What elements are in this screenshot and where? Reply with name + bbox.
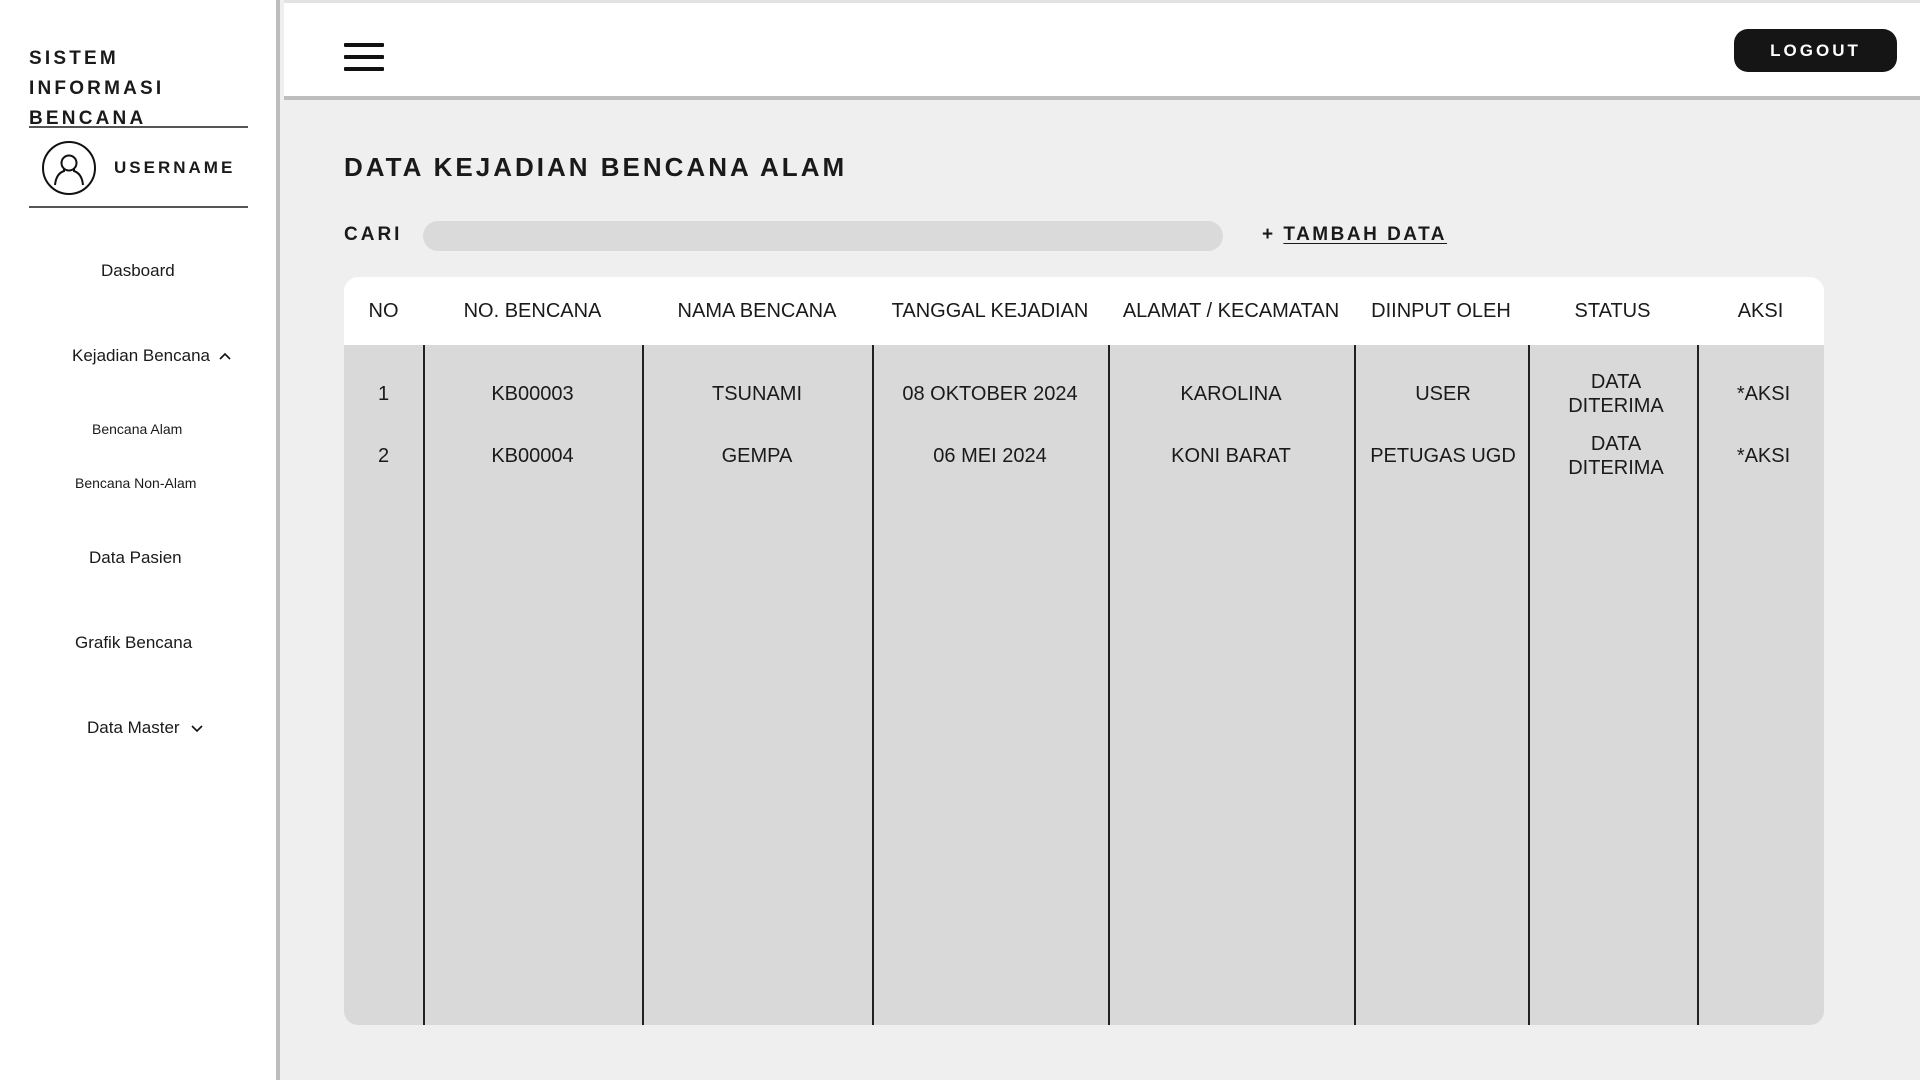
nav-item-label: Data Master <box>87 718 180 737</box>
cell-tanggal: 08 OKTOBER 2024 <box>902 383 1078 405</box>
add-data-label: TAMBAH DATA <box>1283 224 1448 245</box>
nav-item-data-master[interactable]: Data Master <box>87 718 204 738</box>
nav-item-label: Kejadian Bencana <box>72 346 211 365</box>
page-title: DATA KEJADIAN BENCANA ALAM <box>344 152 848 182</box>
nav-item-grafik-bencana[interactable]: Grafik Bencana <box>75 633 192 653</box>
cell-nama: TSUNAMI <box>712 383 802 405</box>
cell-status: DATA DITERIMA <box>1568 371 1664 417</box>
cell-alamat: KAROLINA <box>1180 383 1282 405</box>
divider <box>29 126 248 128</box>
column-header-tanggal: TANGGAL KEJADIAN <box>891 299 1089 322</box>
search-label: CARI <box>344 224 403 245</box>
table-row: 1 KB00003 TSUNAMI 08 OKTOBER 2024 KAROLI… <box>344 369 1824 431</box>
nav-subitem-bencana-non-alam[interactable]: Bencana Non-Alam <box>75 475 196 491</box>
aksi-link[interactable]: *AKSI <box>1697 431 1824 481</box>
user-avatar-icon <box>42 141 96 195</box>
data-table: NO NO. BENCANA NAMA BENCANA TANGGAL KEJA… <box>344 277 1824 1025</box>
nav-item-label: Data Pasien <box>89 548 182 567</box>
nav-subitem-bencana-alam[interactable]: Bencana Alam <box>92 421 182 437</box>
column-header-aksi: AKSI <box>1737 299 1784 322</box>
nav-item-kejadian-bencana[interactable]: Kejadian Bencana <box>72 346 232 366</box>
sidebar: SISTEM INFORMASI BENCANA USERNAME Dasboa… <box>0 0 280 1080</box>
column-header-no: NO <box>368 299 399 322</box>
cell-no: 1 <box>377 383 390 405</box>
hamburger-menu-icon[interactable] <box>344 43 384 75</box>
user-profile: USERNAME <box>42 140 235 196</box>
search-input[interactable] <box>423 221 1223 251</box>
add-data-link[interactable]: + TAMBAH DATA <box>1262 224 1447 246</box>
cell-diinput: USER <box>1415 383 1471 405</box>
cell-no: 2 <box>377 445 390 467</box>
top-bar: LOGOUT <box>284 0 1920 100</box>
chevron-up-icon <box>218 351 232 361</box>
username-label: USERNAME <box>114 158 236 177</box>
cell-alamat: KONI BARAT <box>1171 445 1291 467</box>
chevron-down-icon <box>190 723 204 733</box>
cell-tanggal: 06 MEI 2024 <box>933 445 1047 467</box>
column-header-nama: NAMA BENCANA <box>677 299 837 322</box>
table-row: 2 KB00004 GEMPA 06 MEI 2024 KONI BARAT P… <box>344 431 1824 493</box>
nav-item-dashboard[interactable]: Dasboard <box>101 261 175 281</box>
nav-item-data-pasien[interactable]: Data Pasien <box>89 548 182 568</box>
divider <box>29 206 248 208</box>
app-title: SISTEM INFORMASI BENCANA <box>29 48 165 129</box>
table-header: NO NO. BENCANA NAMA BENCANA TANGGAL KEJA… <box>344 277 1824 345</box>
cell-diinput: PETUGAS UGD <box>1370 445 1516 467</box>
cell-status: DATA DITERIMA <box>1568 433 1664 479</box>
aksi-link[interactable]: *AKSI <box>1697 369 1824 419</box>
column-header-alamat: ALAMAT / KECAMATAN <box>1122 299 1340 322</box>
cell-no-bencana: KB00004 <box>491 445 574 467</box>
plus-icon: + <box>1262 224 1276 245</box>
nav-item-label: Grafik Bencana <box>75 633 193 652</box>
cell-no-bencana: KB00003 <box>491 383 574 405</box>
column-header-status: STATUS <box>1574 299 1651 322</box>
logout-button[interactable]: LOGOUT <box>1734 29 1897 72</box>
column-header-no-bencana: NO. BENCANA <box>463 299 602 322</box>
cell-nama: GEMPA <box>721 445 793 467</box>
column-header-diinput: DIINPUT OLEH <box>1371 299 1511 322</box>
nav-item-label: Dasboard <box>101 261 175 280</box>
